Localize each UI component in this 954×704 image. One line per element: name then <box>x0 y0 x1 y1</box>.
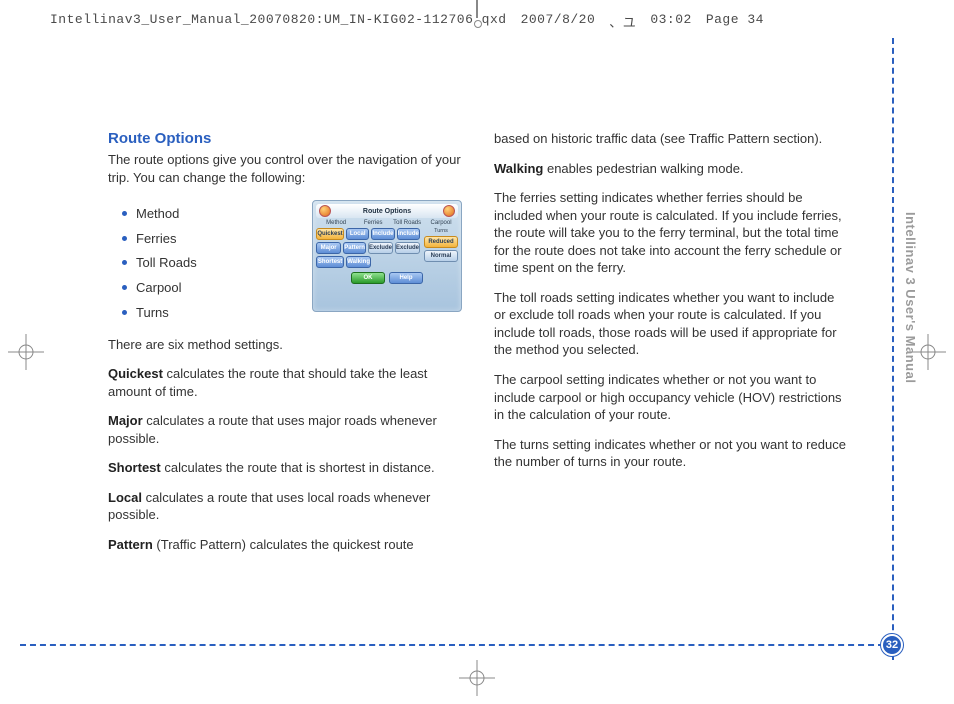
col-header: Toll Roads <box>391 220 423 226</box>
device-button: Quickest <box>316 228 344 240</box>
route-options-screenshot: Route Options Method Ferries Toll Roads … <box>312 200 462 312</box>
device-help-button: Help <box>389 272 423 284</box>
device-button: Exclude <box>395 242 420 254</box>
device-button: Pattern <box>343 242 366 254</box>
paragraph: Local calculates a route that uses local… <box>108 489 462 524</box>
device-button: Exclude <box>368 242 393 254</box>
page-right-rule <box>892 38 894 660</box>
section-heading: Route Options <box>108 130 462 147</box>
home-icon <box>443 205 455 217</box>
page-bottom-rule <box>20 644 894 646</box>
bullet-item: Toll Roads <box>122 251 197 276</box>
device-button: Local <box>346 228 369 240</box>
term-pattern: Pattern <box>108 537 153 552</box>
bullet-item: Carpool <box>122 276 197 301</box>
col-header: Method <box>317 220 355 226</box>
device-button: Include <box>397 228 420 240</box>
term-desc: calculates a route that uses major roads… <box>108 413 437 446</box>
term-quickest: Quickest <box>108 366 163 381</box>
close-icon <box>319 205 331 217</box>
meta-time: 03:02 <box>650 12 692 31</box>
turns-label: Turns <box>424 228 458 234</box>
term-major: Major <box>108 413 143 428</box>
options-bullet-list: Method Ferries Toll Roads Carpool Turns <box>122 202 197 325</box>
meta-file: Intellinav3_User_Manual_20070820:UM_IN-K… <box>50 12 507 31</box>
paragraph: The turns setting indicates whether or n… <box>494 436 848 471</box>
term-desc: calculates the route that is shortest in… <box>161 460 435 475</box>
device-button: Include <box>371 228 394 240</box>
meta-date: 2007/8/20 <box>521 12 596 31</box>
device-button: Shortest <box>316 256 344 268</box>
left-column: Route Options The route options give you… <box>108 130 462 565</box>
bullet-item: Turns <box>122 301 197 326</box>
bullet-item: Method <box>122 202 197 227</box>
running-side-title: Intellinav 3 User's Manual <box>903 212 918 383</box>
paragraph: The ferries setting indicates whether fe… <box>494 189 848 277</box>
term-walking: Walking <box>494 161 543 176</box>
paragraph: The carpool setting indicates whether or… <box>494 371 848 424</box>
meta-mark: 、ユ <box>609 12 636 31</box>
paragraph: Walking enables pedestrian walking mode. <box>494 160 848 178</box>
page-number-badge: 32 <box>881 634 903 656</box>
paragraph: The toll roads setting indicates whether… <box>494 289 848 359</box>
term-local: Local <box>108 490 142 505</box>
device-button: Reduced <box>424 236 458 248</box>
registration-mark-bottom-icon <box>459 660 495 696</box>
paragraph: Pattern (Traffic Pattern) calculates the… <box>108 536 462 554</box>
device-button: Walking <box>346 256 371 268</box>
paragraph: Shortest calculates the route that is sh… <box>108 459 462 477</box>
body-columns: Route Options The route options give you… <box>108 130 848 565</box>
paragraph: There are six method settings. <box>108 336 462 354</box>
term-desc: calculates a route that uses local roads… <box>108 490 430 523</box>
term-desc: (Traffic Pattern) calculates the quickes… <box>153 537 414 552</box>
paragraph: Major calculates a route that uses major… <box>108 412 462 447</box>
crop-tick-top <box>476 0 478 18</box>
device-ok-button: OK <box>351 272 385 284</box>
col-header: Ferries <box>357 220 389 226</box>
right-column: based on historic traffic data (see Traf… <box>494 130 848 565</box>
paragraph: Quickest calculates the route that shoul… <box>108 365 462 400</box>
term-shortest: Shortest <box>108 460 161 475</box>
col-header: Carpool <box>425 220 457 226</box>
screenshot-title: Route Options <box>363 208 411 215</box>
device-button: Major <box>316 242 341 254</box>
term-desc: enables pedestrian walking mode. <box>543 161 743 176</box>
registration-mark-left-icon <box>8 334 44 370</box>
paragraph: based on historic traffic data (see Traf… <box>494 130 848 148</box>
device-button: Normal <box>424 250 458 262</box>
section-intro: The route options give you control over … <box>108 151 462 186</box>
bullet-item: Ferries <box>122 227 197 252</box>
meta-page: Page 34 <box>706 12 764 31</box>
